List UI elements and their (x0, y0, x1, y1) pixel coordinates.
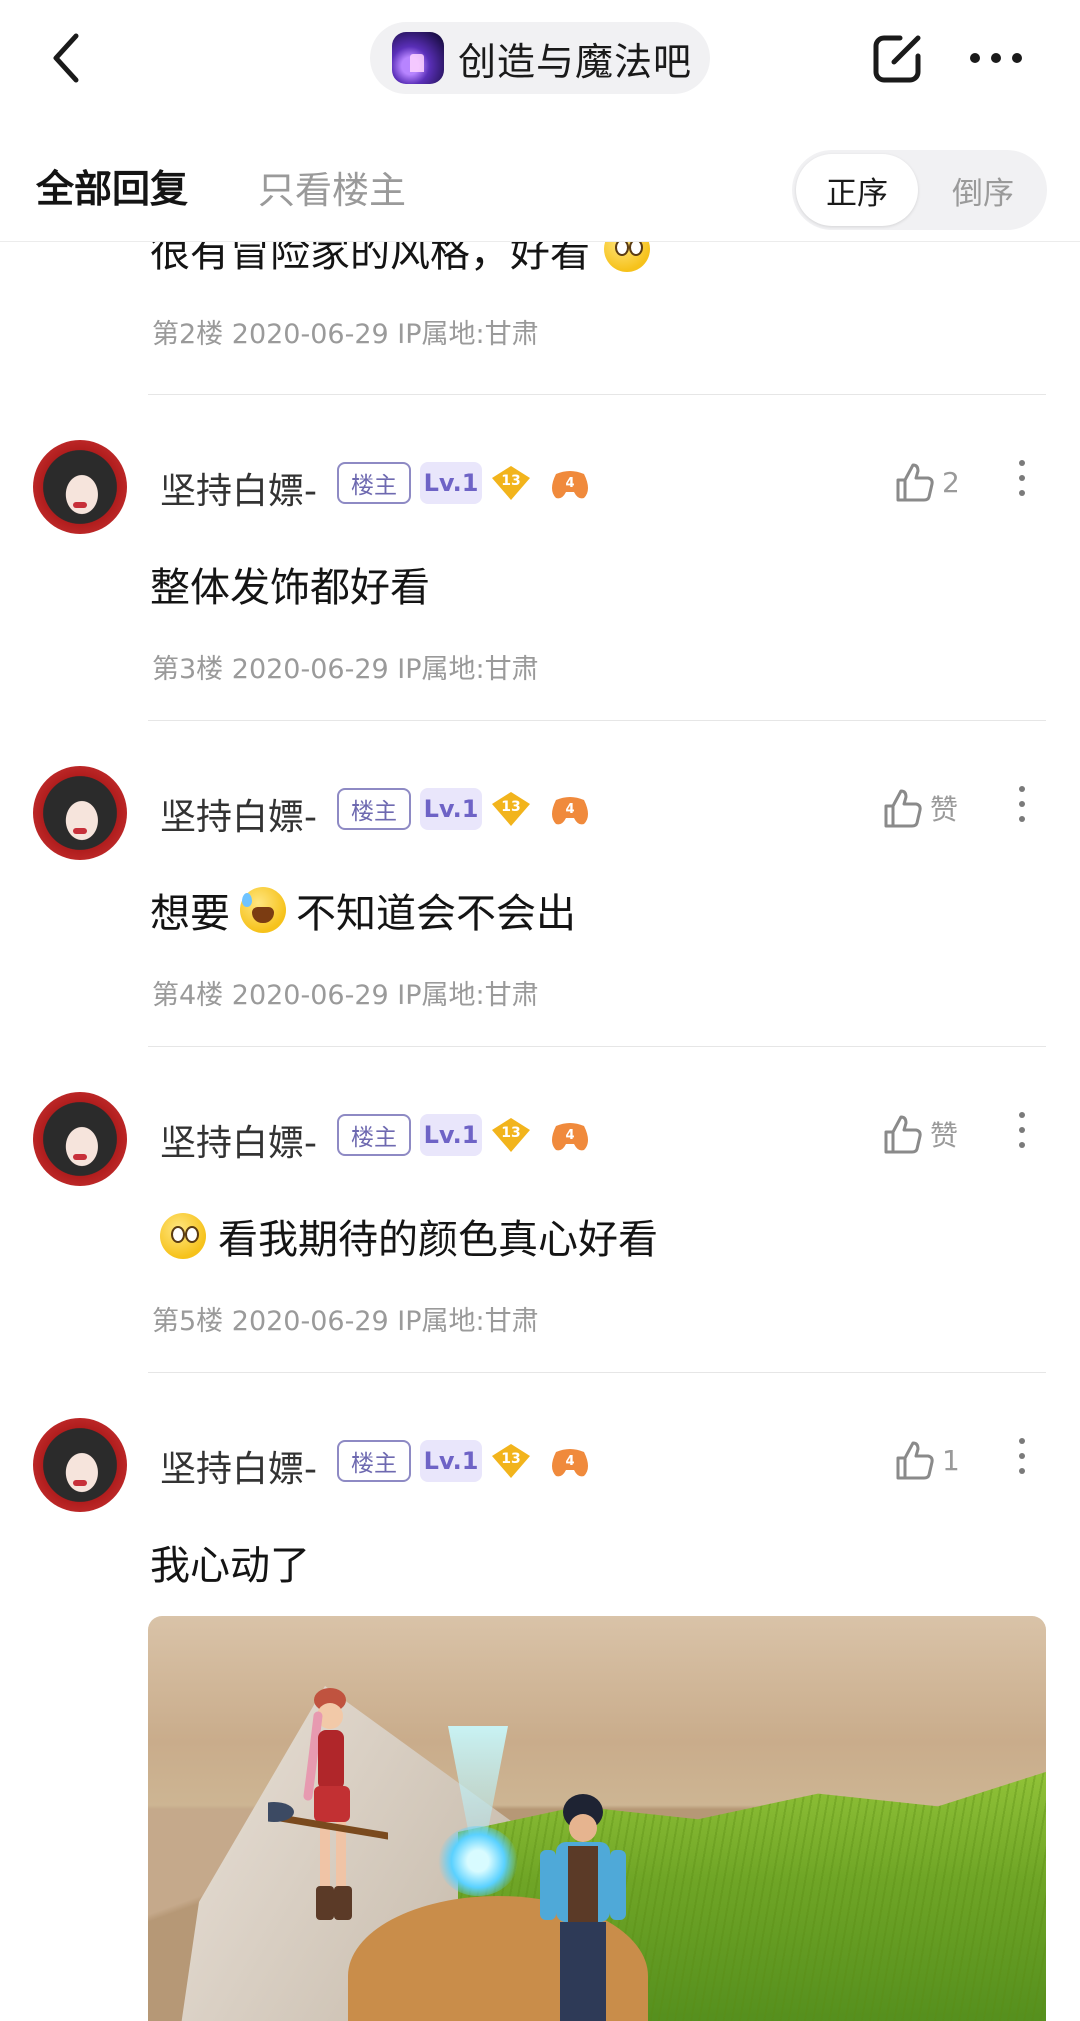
level-badge: Lv.1 (420, 1440, 482, 1482)
username[interactable]: 坚持白嫖- (160, 1114, 317, 1166)
reply-meta: 第4楼 2020-06-29 IP属地:甘肃 (152, 980, 539, 1011)
divider (148, 720, 1046, 721)
more-vertical-icon[interactable] (1010, 1112, 1034, 1160)
divider (148, 1372, 1046, 1373)
reply-meta: 第5楼 2020-06-29 IP属地:甘肃 (152, 1306, 539, 1337)
share-icon (873, 35, 921, 83)
level-badge: Lv.1 (420, 462, 482, 504)
more-vertical-icon[interactable] (1010, 1438, 1034, 1486)
like-label: 赞 (930, 1119, 959, 1152)
reply-meta: 第3楼 2020-06-29 IP属地:甘肃 (152, 654, 539, 685)
diamond-badge-icon: 13 (490, 790, 532, 828)
reply-list: 很有冒险家的风格，好看 第2楼 2020-06-29 IP属地:甘肃 坚持白嫖-… (0, 242, 1080, 2021)
reply-text-content: 我心动了 (150, 1543, 310, 1589)
thumbs-up-icon (884, 789, 922, 828)
forum-name: 创造与魔法吧 (458, 39, 693, 84)
username[interactable]: 坚持白嫖- (160, 462, 317, 514)
pleading-emoji-icon (604, 242, 650, 272)
game-badge-count: 4 (565, 802, 574, 817)
game-controller-icon: 4 (552, 1449, 588, 1477)
avatar[interactable] (33, 440, 127, 534)
level-badge: Lv.1 (420, 788, 482, 830)
tab-all-replies[interactable]: 全部回复 (36, 158, 188, 213)
top-nav-bar: 创造与魔法吧 (0, 0, 1080, 118)
like-count: 2 (942, 465, 960, 499)
level-badge: Lv.1 (420, 1114, 482, 1156)
share-button[interactable] (866, 26, 930, 90)
like-button[interactable]: 赞 (880, 786, 958, 830)
game-character-figure (268, 1688, 388, 1920)
like-label: 赞 (930, 793, 959, 826)
reply-item: 坚持白嫖- 楼主 Lv.1 13 4 2 整体发饰都好看 第3楼 2020-06… (0, 440, 1080, 740)
sort-descending-button[interactable]: 倒序 (922, 154, 1044, 226)
thumbs-up-icon (896, 463, 934, 502)
reply-text-content: 想要 (150, 891, 230, 937)
crying-emoji-icon (240, 887, 286, 933)
thumbs-up-icon (884, 1115, 922, 1154)
game-controller-icon: 4 (552, 1123, 588, 1151)
game-controller-icon: 4 (552, 797, 588, 825)
back-button[interactable] (36, 22, 96, 94)
op-badge: 楼主 (337, 1114, 411, 1156)
game-badge-count: 4 (565, 1454, 574, 1469)
game-character-figure (540, 1794, 626, 2021)
op-badge: 楼主 (337, 462, 411, 504)
reply-filter-bar: 全部回复 只看楼主 正序 倒序 (0, 118, 1080, 242)
reply-item: 坚持白嫖- 楼主 Lv.1 13 4 1 我心动了 (0, 1418, 1080, 2021)
diamond-badge-icon: 13 (490, 1116, 532, 1154)
diamond-badge-icon: 13 (490, 1442, 532, 1480)
username[interactable]: 坚持白嫖- (160, 788, 317, 840)
tab-op-only[interactable]: 只看楼主 (258, 160, 406, 214)
op-badge: 楼主 (337, 1440, 411, 1482)
diamond-badge-count: 13 (501, 1451, 521, 1467)
game-badge-count: 4 (565, 1128, 574, 1143)
diamond-badge-icon: 13 (490, 464, 532, 502)
avatar[interactable] (33, 1092, 127, 1186)
username[interactable]: 坚持白嫖- (160, 1440, 317, 1492)
like-button[interactable]: 1 (892, 1438, 960, 1482)
diamond-badge-count: 13 (501, 1125, 521, 1141)
like-count: 1 (942, 1443, 960, 1477)
reply-text-content: 整体发饰都好看 (150, 565, 430, 611)
more-button[interactable] (958, 26, 1034, 90)
reply-item: 坚持白嫖- 楼主 Lv.1 13 4 赞 看我期待的颜色真心好看 第5楼 202… (0, 1092, 1080, 1392)
image-glow-effect (438, 1826, 518, 1896)
divider (148, 394, 1046, 395)
thumbs-up-icon (896, 1441, 934, 1480)
game-controller-icon: 4 (552, 471, 588, 499)
more-vertical-icon[interactable] (1010, 786, 1034, 834)
sort-ascending-button[interactable]: 正序 (796, 154, 918, 226)
reply-text-content: 很有冒险家的风格，好看 (150, 242, 590, 276)
sort-toggle: 正序 倒序 (792, 150, 1047, 230)
diamond-badge-count: 13 (501, 473, 521, 489)
reply-image[interactable] (148, 1616, 1046, 2021)
forum-logo-icon (392, 32, 444, 84)
reply-item: 坚持白嫖- 楼主 Lv.1 13 4 赞 想要 不知道会不会出 第4楼 2020… (0, 766, 1080, 1066)
game-badge-count: 4 (565, 476, 574, 491)
reply-text: 整体发饰都好看 (150, 555, 430, 613)
op-badge: 楼主 (337, 788, 411, 830)
reply-text: 我心动了 (150, 1533, 310, 1591)
chevron-left-icon (53, 33, 79, 83)
forum-name-pill[interactable]: 创造与魔法吧 (370, 22, 710, 94)
more-horizontal-icon (970, 53, 1022, 63)
like-button[interactable]: 2 (892, 460, 960, 504)
diamond-badge-count: 13 (501, 799, 521, 815)
reply-meta: 第2楼 2020-06-29 IP属地:甘肃 (152, 319, 539, 350)
reply-text: 看我期待的颜色真心好看 (160, 1207, 658, 1265)
avatar[interactable] (33, 766, 127, 860)
reply-text: 很有冒险家的风格，好看 (150, 242, 650, 276)
like-button[interactable]: 赞 (880, 1112, 958, 1156)
reply-text: 想要 不知道会不会出 (150, 881, 576, 939)
avatar[interactable] (33, 1418, 127, 1512)
pleading-emoji-icon (160, 1213, 206, 1259)
more-vertical-icon[interactable] (1010, 460, 1034, 508)
reply-text-content: 看我期待的颜色真心好看 (218, 1217, 658, 1263)
divider (148, 1046, 1046, 1047)
reply-text-content: 不知道会不会出 (296, 891, 576, 937)
